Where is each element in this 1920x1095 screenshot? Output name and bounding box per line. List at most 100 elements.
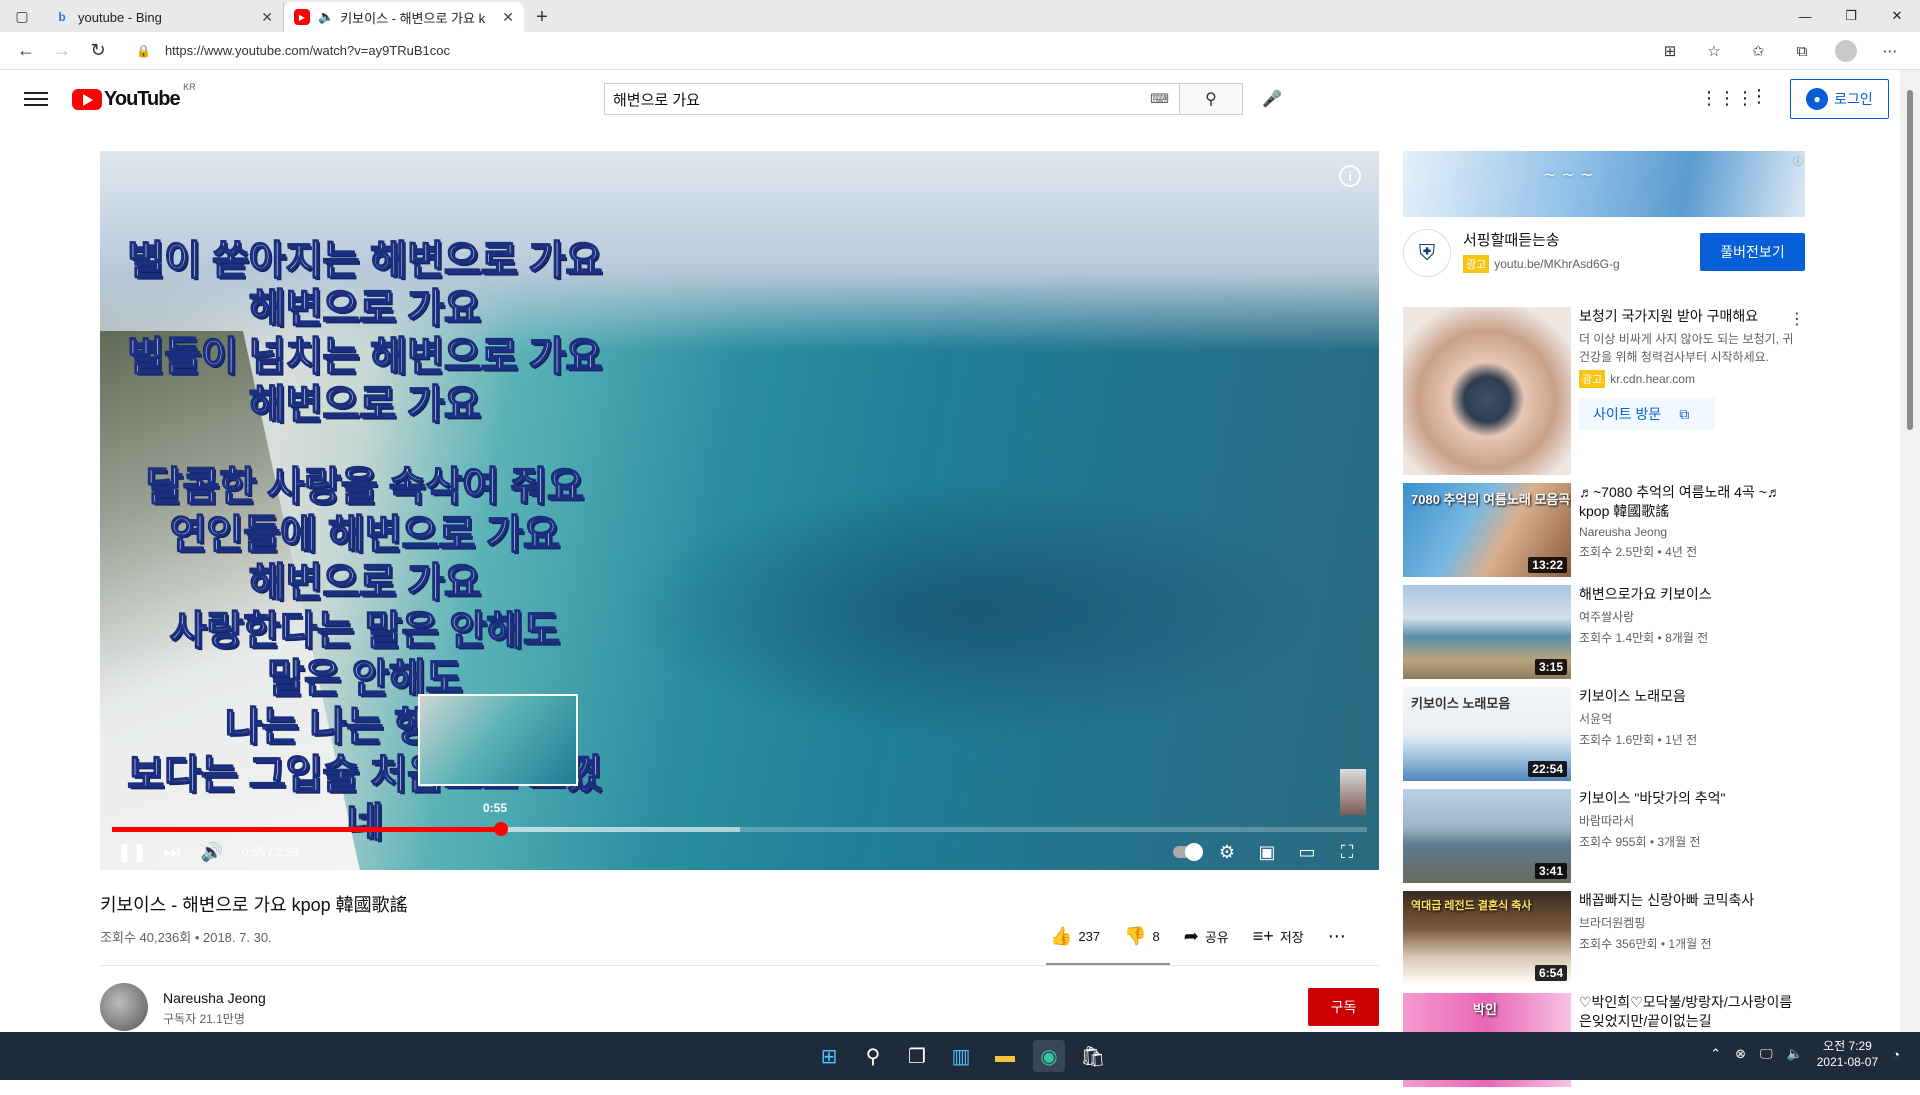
video-item-title[interactable]: 키보이스 "바닷가의 추억"	[1579, 789, 1801, 808]
progress-scrubber[interactable]	[494, 822, 509, 836]
progress-bar[interactable]	[112, 822, 1367, 836]
save-button[interactable]: ≡+ 저장	[1253, 926, 1304, 947]
related-video[interactable]: 3:15 해변으로가요 키보이스 여주쌀사랑 조회수 1.4만회 • 8개월 전	[1403, 585, 1805, 687]
clock[interactable]: 오전 7:29 2021-08-07	[1817, 1038, 1878, 1070]
dislike-button[interactable]: 👎 8	[1124, 926, 1160, 947]
volume-icon[interactable]: 🔊	[192, 835, 232, 869]
tab-youtube[interactable]: ▶ 🔈 키보이스 - 해변으로 가요 k ✕	[284, 2, 524, 32]
close-window-icon[interactable]: ✕	[1874, 0, 1920, 32]
ad-info-icon[interactable]: ⓘ	[1793, 153, 1803, 168]
ad-banner[interactable]: ~ ~ ~ ⓘ	[1403, 151, 1805, 217]
video-item-title[interactable]: 배꼽빠지는 신랑아빠 코믹축사	[1579, 891, 1801, 910]
video-item-title[interactable]: 키보이스 노래모음	[1579, 687, 1801, 706]
speaker-icon[interactable]: 🔈	[1787, 1046, 1803, 1062]
youtube-logo[interactable]: YouTube KR	[72, 82, 196, 111]
minimize-icon[interactable]: —	[1782, 0, 1828, 32]
video-item-title[interactable]: ♡박인희♡모닥불/방랑자/그사랑이름은잊었지만/끝이없는길	[1579, 993, 1801, 1031]
video-item-title[interactable]: ♬~7080 추억의 여름노래 4곡 ~♬ kpop 韓國歌謠	[1579, 483, 1801, 521]
settings-more-icon[interactable]: ⋯	[1870, 36, 1910, 66]
forward-icon[interactable]: →	[44, 35, 80, 67]
tab-actions-icon[interactable]: ▢	[0, 0, 44, 32]
keyboard-icon[interactable]: ⌨	[1150, 91, 1169, 107]
login-button[interactable]: ● 로그인	[1790, 79, 1889, 119]
more-actions-icon[interactable]: ⋯	[1328, 926, 1346, 947]
voice-search-icon[interactable]: 🎤	[1258, 85, 1286, 113]
tab-bing[interactable]: b youtube - Bing ✕	[44, 2, 284, 32]
app-install-icon[interactable]: ⊞	[1650, 36, 1690, 66]
visit-site-button[interactable]: 사이트 방문 ⧉	[1579, 398, 1715, 430]
notifications-icon[interactable]: ◔	[1892, 1047, 1900, 1062]
url-field[interactable]: 🔒 https://www.youtube.com/watch?v=ay9TRu…	[126, 36, 1606, 66]
search-icon[interactable]: ⚲	[857, 1040, 889, 1072]
tray-app-icon[interactable]: ⊗	[1735, 1046, 1746, 1062]
hamburger-menu-icon[interactable]	[24, 92, 48, 106]
widgets-icon[interactable]: ▥	[945, 1040, 977, 1072]
network-icon[interactable]: 🖵	[1760, 1046, 1773, 1062]
video-player[interactable]: 별이 쏟아지는 해변으로 가요 해변으로 가요 별들이 넘치는 해변으로 가요 …	[100, 151, 1379, 870]
related-video[interactable]: 3:41 키보이스 "바닷가의 추억" 바람따라서 조회수 955회 • 3개월…	[1403, 789, 1805, 891]
promo-ad[interactable]: 보청기 국가지원 받아 구매해요 더 이상 비싸게 사지 않아도 되는 보청기,…	[1403, 307, 1805, 483]
subscribe-button[interactable]: 구독	[1308, 988, 1379, 1026]
search-button[interactable]: ⚲	[1179, 83, 1243, 115]
like-button[interactable]: 👍 237	[1050, 926, 1100, 947]
store-icon[interactable]: 🛍	[1077, 1040, 1109, 1072]
video-thumbnail[interactable]: 키보이스 노래모음 22:54	[1403, 687, 1571, 781]
settings-gear-icon[interactable]: ⚙	[1207, 835, 1247, 869]
promo-thumbnail[interactable]	[1403, 307, 1571, 475]
share-button[interactable]: ➦ 공유	[1184, 926, 1229, 947]
promo-title[interactable]: 보청기 국가지원 받아 구매해요	[1579, 307, 1801, 326]
video-item-channel[interactable]: 서윤억	[1579, 710, 1801, 727]
tab-close-icon[interactable]: ✕	[502, 9, 514, 26]
video-thumbnail[interactable]: 역대급 레전드 결혼식 축사 6:54	[1403, 891, 1571, 985]
page-scrollbar[interactable]	[1900, 70, 1920, 1032]
audio-icon[interactable]: 🔈	[318, 9, 334, 25]
miniplayer-icon[interactable]: ▣	[1247, 835, 1287, 869]
related-video[interactable]: 키보이스 노래모음 22:54 키보이스 노래모음 서윤억 조회수 1.6만회 …	[1403, 687, 1805, 789]
video-item-channel[interactable]: 여주쌀사랑	[1579, 608, 1801, 625]
apps-grid-icon[interactable]: ⋮⋮⋮	[1700, 88, 1754, 109]
taskbar-apps: ⊞ ⚲ ❐ ▥ ▬ ◉ 🛍	[813, 1040, 1109, 1072]
video-item-channel[interactable]: 브라더원켐핑	[1579, 914, 1801, 931]
lock-icon[interactable]: 🔒	[136, 44, 151, 58]
restore-icon[interactable]: ❐	[1828, 0, 1874, 32]
search-input[interactable]: 해변으로 가요 ⌨	[604, 83, 1180, 115]
related-video[interactable]: 역대급 레전드 결혼식 축사 6:54 배꼽빠지는 신랑아빠 코믹축사 브라더원…	[1403, 891, 1805, 993]
start-icon[interactable]: ⊞	[813, 1040, 845, 1072]
advertiser-logo[interactable]: ⛨	[1403, 229, 1451, 277]
favorites-icon[interactable]: ✩	[1738, 36, 1778, 66]
fullscreen-icon[interactable]: ⛶	[1327, 835, 1367, 869]
ad-title[interactable]: 서핑할때듣는송	[1463, 229, 1560, 250]
edge-browser-icon[interactable]: ◉	[1033, 1040, 1065, 1072]
channel-avatar[interactable]	[100, 983, 148, 1031]
channel-name[interactable]: Nareusha Jeong	[163, 990, 266, 1006]
video-item-channel[interactable]: 바람따라서	[1579, 812, 1801, 829]
tray-overflow-icon[interactable]: ⌃	[1710, 1046, 1721, 1062]
collections-icon[interactable]: ⧉	[1782, 36, 1822, 66]
tab-close-icon[interactable]: ✕	[261, 9, 273, 26]
next-icon[interactable]: ⏭	[152, 835, 192, 869]
lyric-gap	[120, 429, 610, 463]
video-item-title[interactable]: 해변으로가요 키보이스	[1579, 585, 1801, 604]
back-icon[interactable]: ←	[8, 35, 44, 67]
more-vert-icon[interactable]: ⋮	[1750, 86, 1768, 107]
theater-mode-icon[interactable]: ▭	[1287, 835, 1327, 869]
ad-cta-button[interactable]: 풀버전보기	[1700, 233, 1805, 271]
video-item-channel[interactable]: Nareusha Jeong	[1579, 525, 1801, 539]
favorite-add-icon[interactable]: ☆	[1694, 36, 1734, 66]
info-icon[interactable]: i	[1339, 165, 1361, 187]
file-explorer-icon[interactable]: ▬	[989, 1040, 1021, 1072]
task-view-icon[interactable]: ❐	[901, 1040, 933, 1072]
video-thumbnail[interactable]: 7080 추억의 여름노래 모음곡 13:22	[1403, 483, 1571, 577]
related-video[interactable]: 7080 추억의 여름노래 모음곡 13:22 ♬~7080 추억의 여름노래 …	[1403, 483, 1805, 585]
promo-more-icon[interactable]: ⋮	[1789, 309, 1805, 329]
scrollbar-thumb[interactable]	[1907, 90, 1913, 430]
profile-avatar[interactable]	[1835, 40, 1857, 62]
autoplay-toggle[interactable]	[1173, 843, 1203, 861]
refresh-icon[interactable]: ↻	[80, 35, 116, 67]
endscreen-card[interactable]	[1340, 769, 1366, 815]
ad-url-line: 광고 youtu.be/MKhrAsd6G-g	[1463, 255, 1620, 273]
pause-icon[interactable]: ❚❚	[112, 835, 152, 869]
new-tab-icon[interactable]: +	[524, 2, 560, 32]
video-thumbnail[interactable]: 3:41	[1403, 789, 1571, 883]
video-thumbnail[interactable]: 3:15	[1403, 585, 1571, 679]
